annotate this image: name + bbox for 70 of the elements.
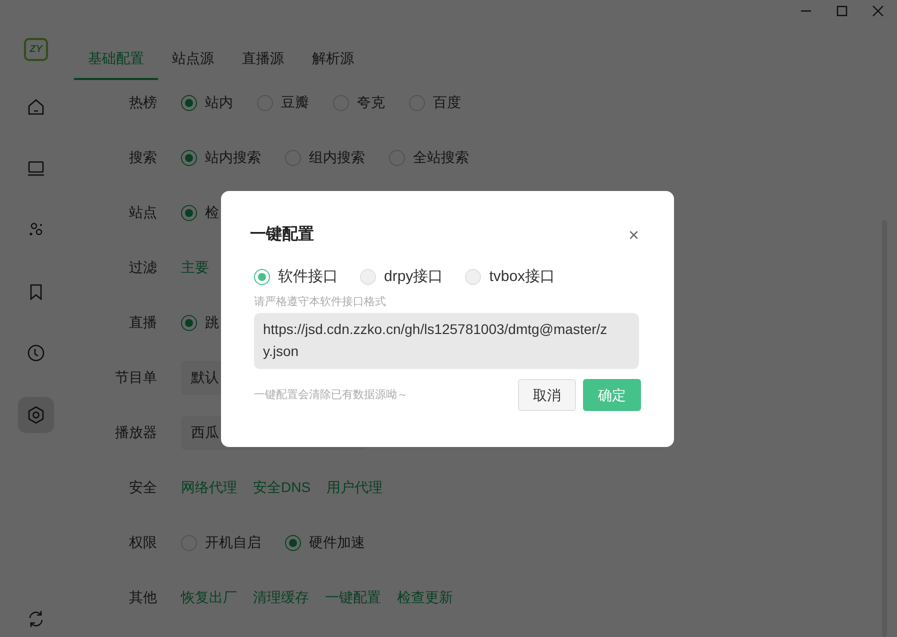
radio-label: 硬件加速 [309,533,365,552]
radio-label: 组内搜索 [309,148,365,167]
tab[interactable]: 基础配置 [74,38,158,80]
radio-label: 跳 [205,313,219,332]
setting-label: 安全 [128,478,157,497]
confirm-button[interactable]: 确定 [583,379,641,411]
radio-button[interactable] [285,534,301,550]
radio-button[interactable] [181,204,197,220]
url-field[interactable]: https://jsd.cdn.zzko.cn/gh/ls125781003/dmtg@master/zy.json [254,313,639,369]
radio-label: drpy接口 [384,266,444,287]
home-icon [26,96,46,117]
setting-label: 播放器 [114,423,157,442]
setting-link[interactable]: 主要 [181,257,209,278]
app-logo: ZY [24,38,48,62]
setting-label: 站点 [128,203,157,222]
setting-link[interactable]: 检查更新 [397,587,453,608]
radio-option[interactable]: 百度 [409,92,461,113]
radio-button[interactable] [254,269,270,285]
setting-label: 节目单 [114,368,157,387]
radio-option[interactable]: 全站搜索 [389,147,469,168]
radio-label: 站内 [205,93,233,112]
radio-label: 夸克 [357,93,385,112]
sidebar-item[interactable] [18,396,54,434]
radio-button[interactable] [181,314,197,330]
setting-link[interactable]: 清理缓存 [253,587,309,608]
hexagon-icon [26,404,46,425]
radio-label: 开机自启 [205,533,261,552]
radio-option[interactable]: 豆瓣 [257,92,309,113]
radio-option[interactable]: tvbox接口 [465,266,556,288]
cancel-button[interactable]: 取消 [518,379,576,411]
maximize-icon[interactable] [835,4,849,18]
setting-label: 其他 [128,588,157,607]
radio-label: 检 [205,203,219,222]
setting-label: 热榜 [128,93,157,112]
radio-option[interactable]: 站内 [181,92,233,113]
hint-text: 请严格遵守本软件接口格式 [254,295,387,309]
clock-icon [26,343,46,364]
radio-label: 全站搜索 [413,148,469,167]
radio-option[interactable]: 软件接口 [254,266,338,288]
radio-option[interactable]: 开机自启 [181,532,261,553]
radio-label: tvbox接口 [489,266,556,287]
radio-option[interactable]: drpy接口 [360,266,444,288]
setting-link[interactable]: 用户代理 [326,477,383,498]
dialog-title: 一键配置 [250,224,314,245]
radio-button[interactable] [181,150,197,166]
radio-label: 站内搜索 [205,148,261,167]
radio-option[interactable]: 站内搜索 [181,147,261,168]
close-icon[interactable] [871,4,885,18]
setting-link[interactable]: 一键配置 [325,587,381,608]
close-button[interactable]: × [628,226,639,244]
tab[interactable]: 直播源 [228,38,298,80]
radio-option[interactable]: 夸克 [333,92,385,113]
radio-button[interactable] [181,94,197,110]
radio-option[interactable]: 检 [181,202,219,223]
radio-label: 软件接口 [278,266,338,287]
setting-label: 过滤 [128,258,157,277]
setting-label: 直播 [128,313,157,332]
setting-link[interactable]: 网络代理 [181,477,237,498]
radio-label: 百度 [433,93,461,112]
tab[interactable]: 解析源 [298,38,368,80]
note-text: 一键配置会清除已有数据源呦～ [254,388,409,403]
setting-link[interactable]: 恢复出厂 [181,587,237,608]
radio-label: 豆瓣 [281,93,309,112]
radio-option[interactable]: 跳 [181,312,219,333]
setting-label: 权限 [128,533,157,552]
radio-option[interactable]: 组内搜索 [285,147,365,168]
tab[interactable]: 站点源 [158,38,228,80]
radio-option[interactable]: 硬件加速 [285,532,365,553]
setting-link[interactable]: 安全DNS [253,477,311,498]
setting-label: 搜索 [128,148,157,167]
